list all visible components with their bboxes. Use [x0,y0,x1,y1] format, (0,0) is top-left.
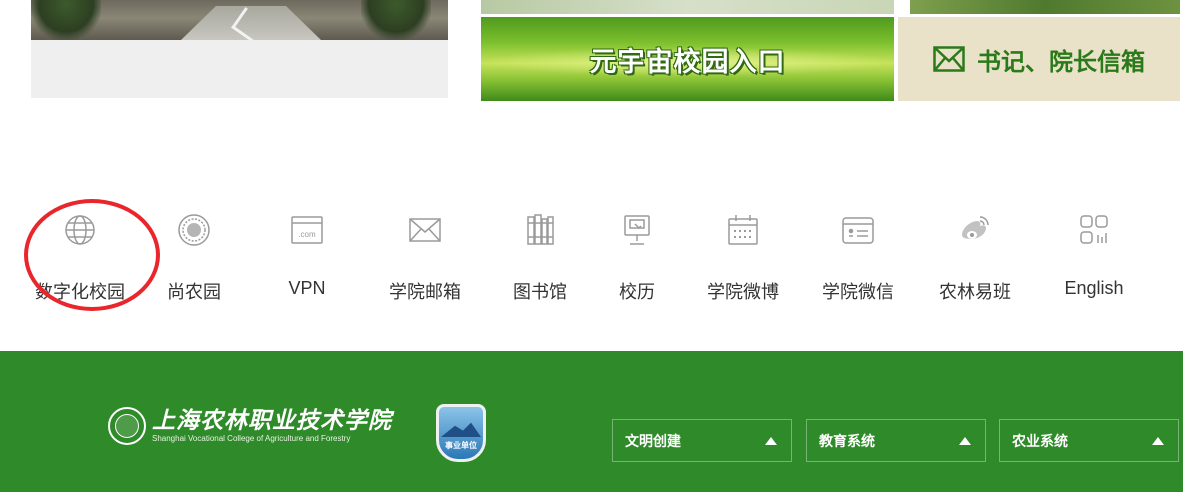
svg-text:.com: .com [298,230,316,239]
banner-strip [481,0,894,14]
photo-caption-panel [31,40,448,98]
dropdown-label: 教育系统 [819,433,875,450]
campus-photo[interactable] [31,0,448,40]
quick-link-school-calendar[interactable]: 校历 [577,195,697,305]
caret-up-icon [959,436,971,445]
quick-link-label: 学院微信 [822,282,894,302]
banner-strip-right [910,0,1180,14]
footer: 上海农林职业技术学院 Shanghai Vocational College o… [0,351,1183,492]
library-icon [527,214,554,245]
dropdown-label: 农业系统 [1012,433,1068,450]
quick-link-college-weibo[interactable]: 学院微博 [683,195,803,305]
mailbox-banner[interactable]: 书记、院长信箱 [898,17,1180,101]
envelope-icon [933,46,965,72]
college-seal-icon [108,407,146,445]
quick-link-english[interactable]: English [1034,195,1154,305]
quick-link-yiban[interactable]: 农林易班 [915,195,1035,305]
id-card-icon [842,217,874,244]
quick-link-label: 农林易班 [939,282,1011,302]
mailbox-label: 书记、院长信箱 [977,47,1145,76]
caret-up-icon [765,436,777,445]
weibo-icon [962,216,989,239]
quick-link-label: 学院微博 [707,282,779,302]
quick-link-label: 学院邮箱 [389,282,461,302]
quick-link-shangnongyuan[interactable]: 尚农园 [134,195,254,305]
quick-link-college-wechat[interactable]: 学院微信 [798,195,918,305]
quick-link-label: 图书馆 [513,282,567,302]
college-name-en: Shanghai Vocational College of Agricultu… [152,434,351,443]
college-name-cn: 上海农林职业技术学院 [152,407,392,434]
quick-link-college-mail[interactable]: 学院邮箱 [365,195,485,305]
calendar-screen-icon [624,215,650,245]
dropdown-agriculture-system[interactable]: 农业系统 [999,419,1179,462]
grid-icon [1080,215,1108,244]
dropdown-education-system[interactable]: 教育系统 [806,419,986,462]
calendar-icon [728,215,758,245]
dropdown-civilization[interactable]: 文明创建 [612,419,792,462]
mail-icon [409,218,441,242]
metaverse-campus-entrance-banner[interactable]: 元宇宙校园入口 [481,17,894,101]
quick-link-label: 数字化校园 [35,282,125,302]
quick-link-label: English [1064,278,1124,298]
college-logo[interactable]: 上海农林职业技术学院 Shanghai Vocational College o… [108,407,392,445]
quick-links-row: 数字化校园 尚农园 .com VPN 学院邮箱 图书馆 校历 学院微博 学院微信… [22,195,1178,305]
quick-link-label: VPN [288,278,326,298]
seal-icon [178,214,210,246]
caret-up-icon [1152,436,1164,445]
quick-link-vpn[interactable]: .com VPN [247,195,367,305]
quick-link-digital-campus[interactable]: 数字化校园 [20,195,140,305]
quick-link-label: 校历 [619,282,655,302]
quick-link-label: 尚农园 [167,282,221,302]
globe-icon [65,215,95,245]
public-institution-badge[interactable]: 事业单位 [436,404,486,462]
badge-label: 事业单位 [445,441,477,450]
dropdown-label: 文明创建 [625,433,681,450]
metaverse-campus-label: 元宇宙校园入口 [589,46,786,78]
vpn-icon: .com [291,216,323,244]
